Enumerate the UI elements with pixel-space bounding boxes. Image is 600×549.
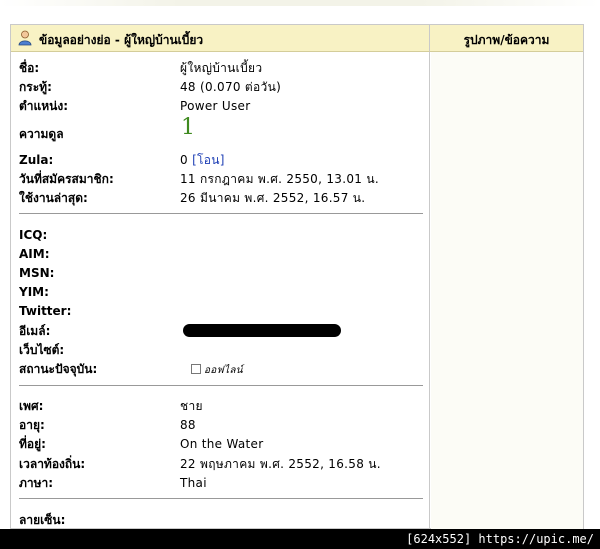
age-label: อายุ: bbox=[19, 418, 45, 432]
language-row: ภาษา: Thai bbox=[19, 475, 419, 491]
last-active-label: ใช้งานล่าสุด: bbox=[19, 191, 88, 205]
position-label: ตำแหน่ง: bbox=[19, 99, 69, 113]
msn-label: MSN: bbox=[19, 266, 55, 280]
reputation-label: ความดูล bbox=[19, 127, 64, 141]
zula-value-group: 0 [โอน] bbox=[180, 152, 225, 168]
status-label: สถานะปัจจุบัน: bbox=[19, 362, 98, 376]
divider bbox=[19, 385, 423, 386]
zula-label: Zula: bbox=[19, 153, 54, 167]
posts-row: กระทู้: 48 (0.070 ต่อวัน) bbox=[19, 79, 419, 95]
name-label: ชื่อ: bbox=[19, 61, 40, 75]
reputation-row: ความดูล 1 bbox=[19, 117, 419, 142]
localtime-label: เวลาท้องถิ่น: bbox=[19, 457, 86, 471]
zula-value: 0 bbox=[180, 153, 188, 167]
icq-label: ICQ: bbox=[19, 228, 48, 242]
status-value-group: ออฟไลน์ bbox=[191, 361, 243, 379]
location-row: ที่อยู่: On the Water bbox=[19, 436, 419, 452]
age-row: อายุ: 88 bbox=[19, 417, 419, 433]
footer-text: [624x552] https://upic.me/ bbox=[406, 532, 594, 546]
zula-transfer-link[interactable]: [โอน] bbox=[192, 153, 225, 167]
joined-label: วันที่สมัครสมาชิก: bbox=[19, 172, 114, 186]
reputation-value: 1 bbox=[181, 115, 195, 140]
profile-summary-header: ข้อมูลอย่างย่อ - ผู้ใหญ่บ้านเบี้ยว bbox=[11, 25, 430, 52]
language-label: ภาษา: bbox=[19, 476, 54, 490]
name-value: ผู้ใหญ่บ้านเบี้ยว bbox=[180, 61, 263, 75]
last-active-value: 26 มีนาคม พ.ศ. 2552, 16.57 น. bbox=[180, 191, 366, 205]
gender-label: เพศ: bbox=[19, 399, 44, 413]
gender-value: ชาย bbox=[180, 399, 203, 413]
picture-text-header: รูปภาพ/ข้อความ bbox=[430, 25, 583, 52]
position-value: Power User bbox=[180, 99, 251, 113]
divider bbox=[19, 213, 423, 214]
gender-row: เพศ: ชาย bbox=[19, 398, 419, 414]
localtime-value: 22 พฤษภาคม พ.ศ. 2552, 16.58 น. bbox=[180, 457, 381, 471]
status-row: สถานะปัจจุบัน: ออฟไลน์ bbox=[19, 361, 419, 377]
picture-text-panel bbox=[431, 52, 583, 530]
msn-row: MSN: bbox=[19, 265, 419, 281]
website-row: เว็บไซต์: bbox=[19, 342, 419, 358]
divider bbox=[19, 498, 423, 499]
aim-row: AIM: bbox=[19, 246, 419, 262]
name-row: ชื่อ: ผู้ใหญ่บ้านเบี้ยว bbox=[19, 60, 419, 76]
yim-row: YIM: bbox=[19, 284, 419, 300]
user-icon bbox=[18, 30, 32, 46]
posts-label: กระทู้: bbox=[19, 80, 52, 94]
joined-value: 11 กรกฎาคม พ.ศ. 2550, 13.01 น. bbox=[180, 172, 379, 186]
aim-label: AIM: bbox=[19, 247, 50, 261]
yim-label: YIM: bbox=[19, 285, 49, 299]
signature-label: ลายเซ็น: bbox=[19, 513, 66, 527]
email-row: อีเมล์: bbox=[19, 323, 419, 339]
zula-row: Zula: 0 [โอน] bbox=[19, 152, 419, 168]
top-shadow bbox=[0, 0, 600, 6]
position-row: ตำแหน่ง: Power User bbox=[19, 98, 419, 114]
signature-row: ลายเซ็น: bbox=[19, 512, 419, 528]
age-value: 88 bbox=[180, 418, 196, 432]
email-redaction bbox=[183, 324, 341, 337]
twitter-label: Twitter: bbox=[19, 304, 72, 318]
profile-table: ข้อมูลอย่างย่อ - ผู้ใหญ่บ้านเบี้ยว รูปภา… bbox=[10, 24, 584, 530]
picture-text-title: รูปภาพ/ข้อความ bbox=[463, 33, 550, 47]
image-host-footer: [624x552] https://upic.me/ bbox=[0, 529, 600, 549]
page-frame: ข้อมูลอย่างย่อ - ผู้ใหญ่บ้านเบี้ยว รูปภา… bbox=[0, 0, 600, 549]
profile-summary-title: ข้อมูลอย่างย่อ - ผู้ใหญ่บ้านเบี้ยว bbox=[39, 33, 204, 47]
location-value: On the Water bbox=[180, 437, 264, 451]
profile-details: ชื่อ: ผู้ใหญ่บ้านเบี้ยว กระทู้: 48 (0.07… bbox=[11, 52, 430, 530]
posts-value: 48 (0.070 ต่อวัน) bbox=[180, 80, 282, 94]
status-value: ออฟไลน์ bbox=[204, 365, 243, 376]
joined-row: วันที่สมัครสมาชิก: 11 กรกฎาคม พ.ศ. 2550,… bbox=[19, 171, 419, 187]
website-label: เว็บไซต์: bbox=[19, 343, 65, 357]
offline-status-icon bbox=[191, 363, 201, 374]
icq-row: ICQ: bbox=[19, 227, 419, 243]
email-label: อีเมล์: bbox=[19, 324, 51, 338]
localtime-row: เวลาท้องถิ่น: 22 พฤษภาคม พ.ศ. 2552, 16.5… bbox=[19, 456, 419, 472]
language-value: Thai bbox=[180, 476, 207, 490]
location-label: ที่อยู่: bbox=[19, 437, 46, 451]
last-active-row: ใช้งานล่าสุด: 26 มีนาคม พ.ศ. 2552, 16.57… bbox=[19, 190, 419, 206]
twitter-row: Twitter: bbox=[19, 303, 419, 319]
